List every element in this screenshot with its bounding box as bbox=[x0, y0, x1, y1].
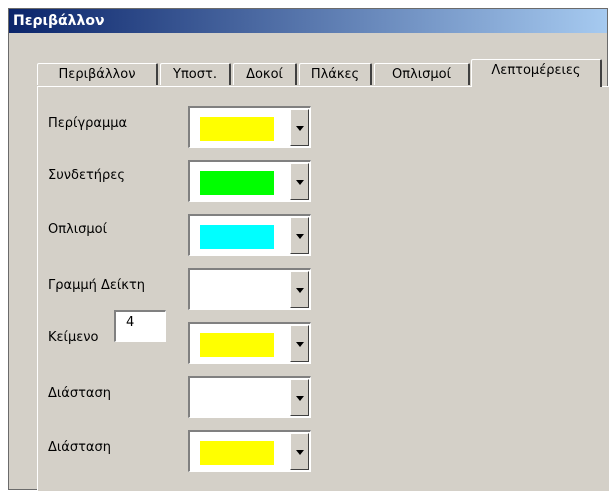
outline-label: Περίγραμμα bbox=[48, 116, 128, 131]
text-label: Κείμενο bbox=[48, 330, 99, 345]
dropdown-button[interactable] bbox=[290, 379, 309, 416]
window-title: Περιβάλλον bbox=[9, 9, 607, 33]
dimension-color-combo-2[interactable] bbox=[188, 430, 311, 472]
text-size-input[interactable]: 4 bbox=[114, 310, 166, 342]
reinforcement-color-combo[interactable] bbox=[188, 214, 311, 256]
chevron-down-icon bbox=[296, 450, 304, 455]
chevron-down-icon bbox=[296, 288, 304, 293]
dimension-color-combo[interactable] bbox=[188, 376, 311, 418]
dimension-color-swatch bbox=[200, 387, 274, 411]
tab-slabs[interactable]: Πλάκες bbox=[299, 63, 372, 85]
dropdown-button[interactable] bbox=[290, 325, 309, 362]
dimension-color-swatch-2 bbox=[200, 441, 274, 465]
dropdown-button[interactable] bbox=[290, 271, 309, 308]
chevron-down-icon bbox=[296, 342, 304, 347]
dropdown-button[interactable] bbox=[290, 433, 309, 470]
tab-reinforcement[interactable]: Οπλισμοί bbox=[374, 63, 470, 85]
dropdown-button[interactable] bbox=[290, 163, 309, 200]
stirrups-color-combo[interactable] bbox=[188, 160, 311, 202]
pointer-line-label: Γραμμή Δείκτη bbox=[48, 278, 146, 293]
outline-color-combo[interactable] bbox=[188, 106, 311, 148]
pointer-line-color-swatch bbox=[200, 279, 274, 303]
reinforcement-label: Οπλισμοί bbox=[48, 222, 108, 237]
stirrups-color-swatch bbox=[200, 171, 274, 195]
chevron-down-icon bbox=[296, 126, 304, 131]
outline-color-swatch bbox=[200, 117, 274, 141]
stirrups-label: Συνδετήρες bbox=[48, 168, 125, 183]
pointer-line-color-combo[interactable] bbox=[188, 268, 311, 310]
dropdown-button[interactable] bbox=[290, 109, 309, 146]
dimension-label-2: Διάσταση bbox=[48, 440, 111, 455]
tab-supports[interactable]: Υποστ. bbox=[160, 63, 231, 85]
chevron-down-icon bbox=[296, 396, 304, 401]
tab-environment[interactable]: Περιβάλλον bbox=[37, 63, 158, 85]
text-color-swatch bbox=[200, 333, 274, 357]
dimension-label: Διάσταση bbox=[48, 386, 111, 401]
tab-details[interactable]: Λεπτομέρειες bbox=[471, 59, 602, 87]
reinforcement-color-swatch bbox=[200, 225, 274, 249]
tab-beams[interactable]: Δοκοί bbox=[233, 63, 297, 85]
dropdown-button[interactable] bbox=[290, 217, 309, 254]
chevron-down-icon bbox=[296, 234, 304, 239]
chevron-down-icon bbox=[296, 180, 304, 185]
text-color-combo[interactable] bbox=[188, 322, 311, 364]
